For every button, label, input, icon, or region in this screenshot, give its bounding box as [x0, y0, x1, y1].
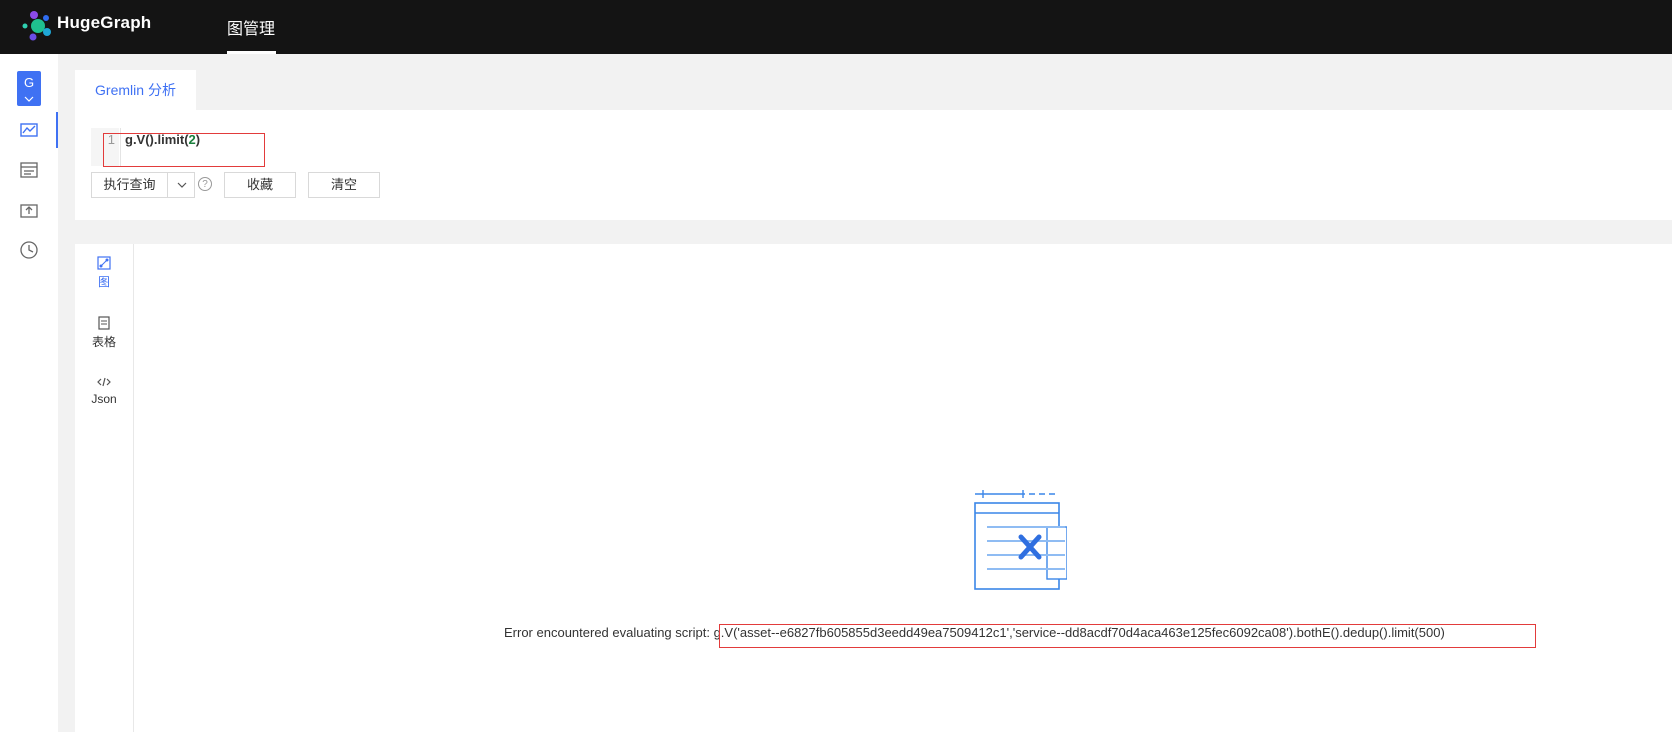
- chevron-down-icon: [177, 182, 187, 188]
- sidebar-item-data-management[interactable]: [0, 152, 58, 188]
- brand-name: HugeGraph: [57, 13, 152, 32]
- top-bar: HugeGraph 图管理: [0, 0, 1672, 54]
- hugegraph-logo-icon: [22, 11, 51, 41]
- graph-selector-label: G: [23, 75, 35, 90]
- nav-tab-graph-management[interactable]: 图管理: [227, 15, 275, 39]
- graph-analysis-icon: [20, 123, 38, 137]
- sidebar-item-graph-analysis[interactable]: [0, 112, 58, 148]
- help-icon[interactable]: ?: [198, 177, 212, 191]
- history-clock-icon: [20, 241, 38, 259]
- error-document-illustration: [974, 490, 1067, 590]
- sidebar-item-data-import[interactable]: [0, 192, 58, 228]
- code-highlight-box: [103, 133, 265, 167]
- tab-gremlin-analysis[interactable]: Gremlin 分析: [75, 70, 196, 110]
- result-view-table[interactable]: 表格: [75, 316, 133, 350]
- result-view-json-label: Json: [91, 392, 117, 406]
- result-panel: 图 表格 Json Error encountered evaluating s…: [75, 244, 1672, 732]
- query-panel: 1 g.V().limit(2) 执行查询 ? 收藏 清空: [75, 110, 1672, 220]
- code-view-icon: [97, 377, 111, 387]
- run-mode-dropdown[interactable]: [167, 172, 195, 198]
- left-sidebar: G: [0, 54, 58, 732]
- table-view-icon: [98, 316, 110, 330]
- nav-tab-active-indicator: [227, 51, 276, 54]
- sidebar-item-history[interactable]: [0, 232, 58, 268]
- data-management-icon: [20, 162, 38, 178]
- favorite-button[interactable]: 收藏: [224, 172, 296, 198]
- error-message-prefix: Error encountered evaluating script:: [504, 625, 714, 640]
- result-view-table-label: 表格: [91, 335, 116, 349]
- result-view-switcher: 图 表格 Json: [75, 244, 134, 732]
- graph-view-icon: [97, 256, 111, 270]
- clear-button[interactable]: 清空: [308, 172, 380, 198]
- result-view-graph[interactable]: 图: [75, 256, 133, 290]
- result-view-json[interactable]: Json: [75, 375, 133, 406]
- error-highlight-box: [719, 624, 1536, 648]
- chevron-down-icon: [24, 96, 34, 102]
- result-view-graph-label: 图: [97, 275, 110, 289]
- run-query-button[interactable]: 执行查询: [91, 172, 168, 198]
- graph-selector[interactable]: G: [17, 71, 41, 106]
- data-import-icon: [20, 204, 38, 218]
